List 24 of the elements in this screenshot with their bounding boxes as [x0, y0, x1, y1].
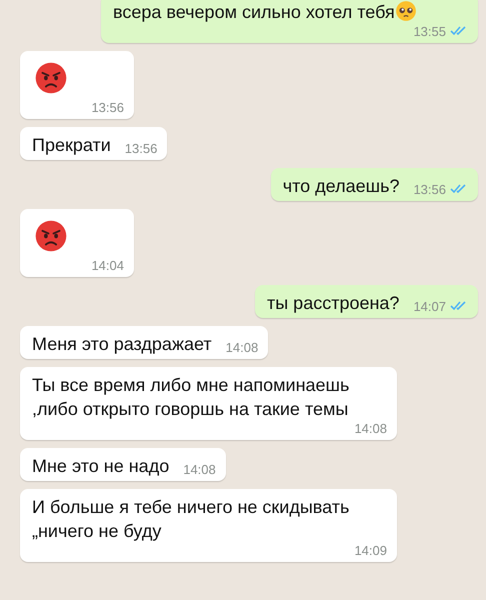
angry-face-icon — [34, 61, 68, 95]
double-check-icon — [450, 25, 468, 36]
message-text: Прекрати — [32, 134, 111, 157]
message-text: Меня это раздражает — [32, 333, 212, 356]
message-time: 14:09 — [354, 543, 387, 559]
message-time: 14:07 — [413, 299, 446, 315]
message-time: 13:56 — [413, 182, 446, 198]
message-text: И больше я тебе ничего не скидывать „ничего не буду — [32, 496, 350, 543]
double-check-icon — [450, 183, 468, 194]
message-text: всера вечером сильно хотел тебя — [113, 0, 417, 24]
message-text: Ты все время либо мне напоминаешь ,либо открыто говоршь на такие темы — [32, 374, 350, 421]
pleading-face-icon — [394, 0, 417, 22]
message-text: Мне это не надо — [32, 455, 170, 478]
message-text: что делаешь? — [282, 175, 400, 198]
message-time: 13:56 — [124, 141, 158, 157]
message-time: 14:08 — [183, 462, 216, 478]
message-text: ты расстроена? — [267, 292, 400, 315]
message-time: 13:56 — [91, 100, 124, 116]
message-time: 14:04 — [91, 258, 124, 274]
message-time: 14:08 — [354, 421, 387, 437]
message-time: 14:08 — [226, 340, 258, 356]
message-time: 13:55 — [413, 24, 446, 40]
angry-face-icon — [34, 219, 68, 253]
double-check-icon — [450, 300, 468, 311]
